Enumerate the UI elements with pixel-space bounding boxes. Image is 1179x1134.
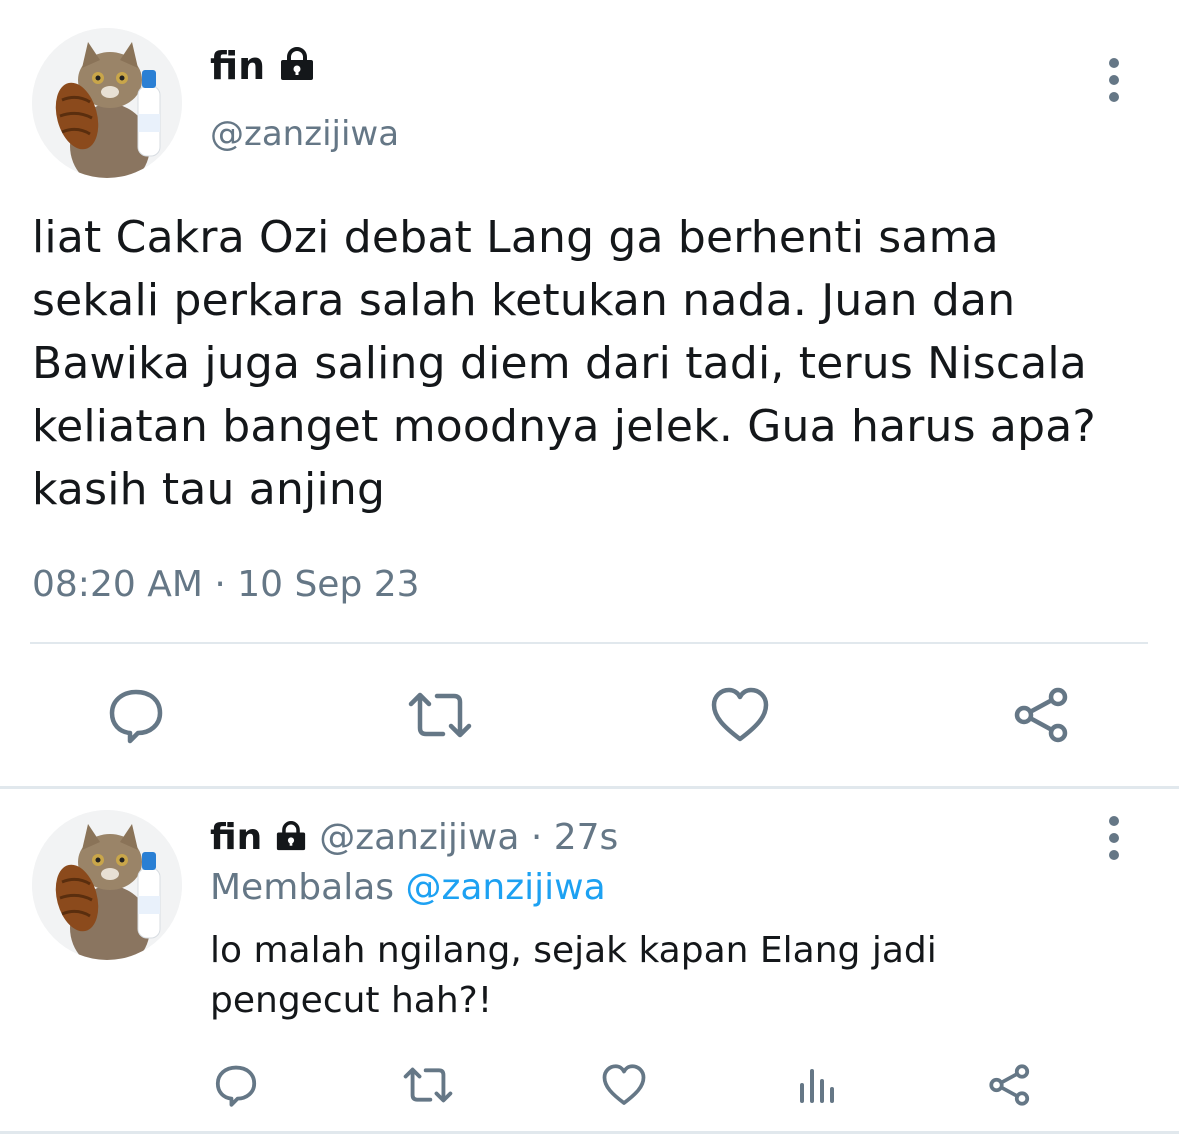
share-icon <box>989 1064 1030 1106</box>
avatar[interactable] <box>32 28 182 178</box>
retweet-button[interactable] <box>400 680 480 750</box>
display-name[interactable]: fin <box>210 817 262 858</box>
avatar[interactable] <box>32 810 182 960</box>
like-button[interactable] <box>700 680 780 750</box>
reply-icon <box>215 1065 257 1107</box>
reply-text-line: lo malah ngilang, sejak kapan Elang jadi <box>210 930 937 971</box>
analytics-button[interactable] <box>788 1058 848 1112</box>
handle[interactable]: @zanzijiwa <box>210 114 399 154</box>
tweet-text-line: sekali perkara salah ketukan nada. Juan … <box>32 275 1016 326</box>
lock-icon <box>281 47 314 80</box>
share-button[interactable] <box>1002 680 1082 750</box>
replying-prefix: Membalas <box>210 867 395 908</box>
timestamp[interactable]: 08:20 AM · 10 Sep 23 <box>32 564 420 606</box>
retweet-icon <box>408 692 472 738</box>
tweet-text: liat Cakra Ozi debat Lang ga berhenti sa… <box>32 206 1162 521</box>
more-options-icon[interactable] <box>1108 816 1120 867</box>
mention-link[interactable]: @zanzijiwa <box>405 867 605 908</box>
tweet-text-line: liat Cakra Ozi debat Lang ga berhenti sa… <box>32 212 999 263</box>
reply-text: lo malah ngilang, sejak kapan Elang jadi… <box>210 926 1150 1026</box>
share-icon <box>1014 687 1068 743</box>
reply-icon <box>109 689 163 744</box>
tweet-text-line: kasih tau anjing <box>32 464 386 515</box>
handle-and-time[interactable]: @zanzijiwa · 27s <box>319 817 618 858</box>
display-name[interactable]: fin <box>210 44 265 88</box>
retweet-icon <box>403 1067 453 1103</box>
more-options-icon[interactable] <box>1108 58 1120 109</box>
divider <box>30 642 1148 644</box>
cat-avatar-image <box>32 28 182 178</box>
like-icon <box>711 687 769 742</box>
reply-header: fin @zanzijiwa · 27s <box>210 816 618 860</box>
divider <box>0 786 1179 789</box>
cat-avatar-image <box>32 810 182 960</box>
analytics-icon <box>800 1069 834 1103</box>
replying-to: Membalas @zanzijiwa <box>210 866 606 910</box>
like-icon <box>602 1064 646 1105</box>
reply-button[interactable] <box>206 1058 266 1112</box>
share-button[interactable] <box>980 1058 1040 1112</box>
lock-icon <box>276 821 305 851</box>
display-name-row: fin <box>210 44 316 88</box>
reply-text-line: pengecut hah?! <box>210 980 493 1021</box>
tweet-text-line: keliatan banget moodnya jelek. Gua harus… <box>32 401 1096 452</box>
retweet-button[interactable] <box>398 1058 458 1112</box>
like-button[interactable] <box>594 1058 654 1112</box>
reply-button[interactable] <box>96 680 176 750</box>
tweet-text-line: Bawika juga saling diem dari tadi, terus… <box>32 338 1087 389</box>
